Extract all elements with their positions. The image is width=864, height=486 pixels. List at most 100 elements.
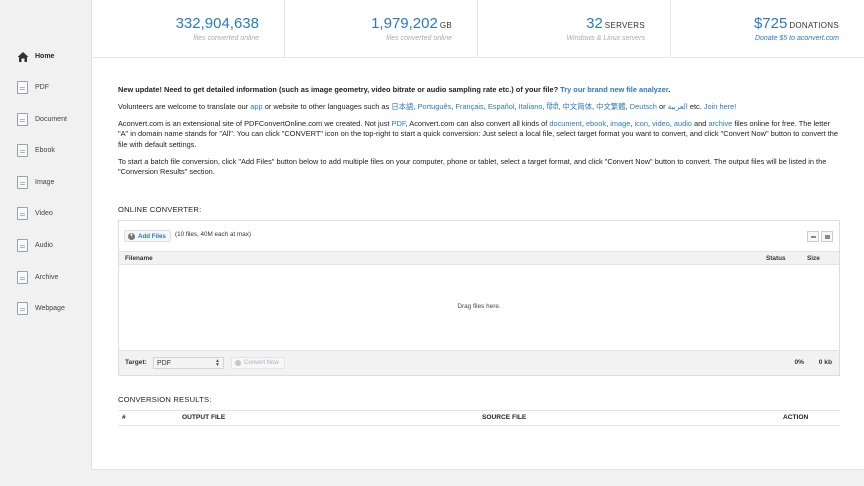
sidebar: Home PDF Document Ebook Image Video Audi… bbox=[0, 0, 91, 486]
stat-caption: Windows & Linux servers bbox=[566, 35, 645, 42]
lang-link-ja[interactable]: 日本語 bbox=[391, 102, 413, 111]
list-view-button[interactable] bbox=[807, 231, 819, 242]
sidebar-item-ebook[interactable]: Ebook bbox=[0, 138, 91, 162]
home-icon bbox=[17, 50, 29, 62]
document-link[interactable]: document bbox=[549, 119, 581, 128]
convert-now-button[interactable]: Convert Now bbox=[231, 357, 285, 369]
stat-unit: SERVERS bbox=[604, 21, 645, 30]
document-icon bbox=[17, 112, 28, 126]
sidebar-item-label: Archive bbox=[35, 273, 59, 281]
col-filename: Filename bbox=[125, 255, 153, 262]
convert-icon bbox=[235, 360, 241, 366]
audio-link[interactable]: audio bbox=[674, 119, 692, 128]
sidebar-item-label: Audio bbox=[35, 241, 53, 249]
pdf-icon bbox=[17, 80, 28, 94]
results-table-header: # OUTPUT FILE SOURCE FILE ACTION bbox=[118, 410, 840, 426]
thumbnail-view-button[interactable] bbox=[821, 231, 833, 242]
sidebar-item-pdf[interactable]: PDF bbox=[0, 75, 91, 99]
select-arrows-icon: ▲ ▼ bbox=[215, 358, 220, 368]
stat-value: $725 DONATIONS bbox=[753, 15, 839, 32]
files-limit-text: (10 files, 40M each at max) bbox=[175, 231, 251, 238]
col-action: ACTION bbox=[783, 414, 809, 421]
conversion-results-title: CONVERSION RESULTS: bbox=[118, 395, 212, 404]
stat-caption: files converted online bbox=[386, 35, 452, 42]
file-list-header: Filename Status Size bbox=[119, 251, 839, 265]
about-text: Aconvert.com is an extensional site of P… bbox=[118, 118, 839, 149]
stat-caption: files converted online bbox=[193, 35, 259, 42]
stats-bar: 332,904,638 files converted online 1,979… bbox=[92, 0, 864, 58]
ebook-link[interactable]: ebook bbox=[586, 119, 606, 128]
image-icon bbox=[17, 175, 28, 189]
lang-link-hi[interactable]: हिंदी bbox=[547, 102, 559, 111]
lang-link-pt[interactable]: Português bbox=[418, 102, 452, 111]
online-converter-title: ONLINE CONVERTER: bbox=[118, 205, 202, 214]
archive-icon bbox=[17, 270, 28, 284]
intro-text: New update! Need to get detailed informa… bbox=[118, 85, 840, 184]
app-link[interactable]: app bbox=[250, 102, 262, 111]
stat-unit: GB bbox=[439, 21, 452, 30]
join-link[interactable]: Join here! bbox=[704, 102, 736, 111]
sidebar-item-label: PDF bbox=[35, 83, 49, 91]
pdf-link[interactable]: PDF bbox=[392, 119, 406, 128]
audio-icon bbox=[17, 238, 28, 252]
sidebar-item-label: Image bbox=[35, 178, 55, 186]
lang-link-it[interactable]: Italiano bbox=[519, 102, 543, 111]
image-icon bbox=[825, 235, 830, 239]
stat-donations: $725 DONATIONS Donate $5 to aconvert.com bbox=[671, 0, 864, 58]
sidebar-item-label: Ebook bbox=[35, 146, 55, 154]
target-format-select[interactable]: PDF ▲ ▼ bbox=[153, 357, 224, 369]
sidebar-item-webpage[interactable]: Webpage bbox=[0, 296, 91, 320]
converter-footer: Target: PDF ▲ ▼ Convert Now 0% 0 kb bbox=[119, 350, 839, 375]
drop-zone-text: Drag files here. bbox=[457, 303, 501, 310]
total-size: 0 kb bbox=[818, 359, 832, 366]
lang-link-ar[interactable]: العربية bbox=[668, 102, 688, 111]
lang-link-fr[interactable]: Français bbox=[455, 102, 483, 111]
stat-value: 32 SERVERS bbox=[586, 15, 645, 32]
plus-icon: + bbox=[128, 232, 135, 240]
progress-percent: 0% bbox=[794, 359, 804, 366]
image-link[interactable]: image bbox=[610, 119, 630, 128]
webpage-icon bbox=[17, 301, 28, 315]
ebook-icon bbox=[17, 143, 28, 157]
batch-text: To start a batch file conversion, click … bbox=[118, 156, 827, 176]
col-number: # bbox=[122, 414, 126, 421]
col-status: Status bbox=[766, 255, 786, 262]
sidebar-item-label: Video bbox=[35, 209, 53, 217]
stat-gb-converted: 1,979,202 GB files converted online bbox=[285, 0, 478, 58]
update-notice: New update! Need to get detailed informa… bbox=[118, 85, 671, 94]
archive-link[interactable]: archive bbox=[708, 119, 732, 128]
translate-notice: Volunteers are welcome to translate our … bbox=[118, 101, 737, 111]
sidebar-item-image[interactable]: Image bbox=[0, 170, 91, 194]
sidebar-item-label: Home bbox=[35, 52, 55, 60]
donate-link[interactable]: Donate $5 to aconvert.com bbox=[755, 35, 839, 42]
stat-unit: DONATIONS bbox=[789, 21, 839, 30]
col-source-file: SOURCE FILE bbox=[482, 414, 527, 421]
icon-link[interactable]: icon bbox=[634, 119, 648, 128]
converter-toolbar: + Add Files (10 files, 40M each at max) bbox=[119, 221, 839, 251]
sidebar-item-document[interactable]: Document bbox=[0, 107, 91, 131]
video-link[interactable]: video bbox=[652, 119, 670, 128]
stat-servers: 32 SERVERS Windows & Linux servers bbox=[478, 0, 671, 58]
lang-link-es[interactable]: Español bbox=[488, 102, 515, 111]
main-panel: 332,904,638 files converted online 1,979… bbox=[91, 0, 864, 470]
sidebar-item-home[interactable]: Home bbox=[0, 44, 91, 68]
list-icon bbox=[811, 236, 816, 238]
stat-value: 1,979,202 GB bbox=[371, 15, 452, 32]
target-label: Target: bbox=[125, 359, 147, 366]
file-analyzer-link[interactable]: Try our brand new file analyzer bbox=[560, 85, 668, 94]
lang-link-zh-cn[interactable]: 中文简体 bbox=[562, 102, 592, 111]
sidebar-item-audio[interactable]: Audio bbox=[0, 233, 91, 257]
sidebar-item-video[interactable]: Video bbox=[0, 201, 91, 225]
sidebar-item-archive[interactable]: Archive bbox=[0, 265, 91, 289]
add-files-button[interactable]: + Add Files bbox=[124, 230, 171, 242]
stat-files-converted: 332,904,638 files converted online bbox=[92, 0, 285, 58]
sidebar-item-label: Webpage bbox=[35, 304, 65, 312]
file-drop-zone[interactable]: Drag files here. bbox=[119, 265, 839, 352]
lang-link-de[interactable]: Deutsch bbox=[630, 102, 657, 111]
lang-link-zh-tw[interactable]: 中文繁體 bbox=[596, 102, 626, 111]
col-size: Size bbox=[807, 255, 820, 262]
video-icon bbox=[17, 206, 28, 220]
stat-value: 332,904,638 bbox=[175, 15, 259, 32]
sidebar-item-label: Document bbox=[35, 115, 67, 123]
col-output-file: OUTPUT FILE bbox=[182, 414, 226, 421]
